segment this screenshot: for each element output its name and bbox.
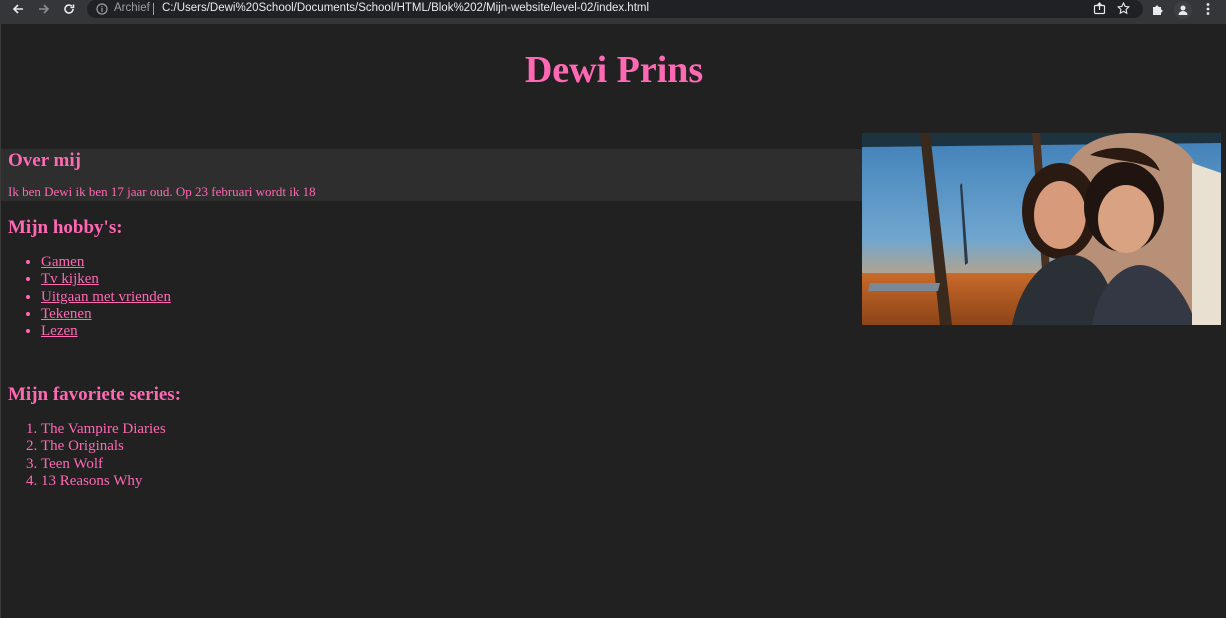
address-bar[interactable]: Archief C:/Users/Dewi%20School/Documents… [87, 0, 1143, 18]
hobbies-list: Gamen Tv kijken Uitgaan met vrienden Tek… [1, 254, 171, 340]
series-list: The Vampire Diaries The Originals Teen W… [1, 421, 166, 490]
url-text[interactable]: C:/Users/Dewi%20School/Documents/School/… [162, 2, 649, 14]
page-content: Dewi Prins Over mij Ik ben Dewi ik ben 1… [0, 24, 1226, 618]
forward-arrow-icon [39, 4, 50, 14]
hobby-link-tekenen[interactable]: Tekenen [41, 306, 92, 322]
list-item: Gamen [41, 254, 171, 271]
profile-button[interactable] [1174, 1, 1192, 19]
list-item: The Originals [41, 438, 166, 455]
list-item: Lezen [41, 323, 171, 340]
menu-icon[interactable] [1202, 1, 1214, 17]
browser-toolbar: Archief C:/Users/Dewi%20School/Documents… [0, 0, 1226, 20]
back-arrow-icon [12, 4, 23, 14]
reload-button[interactable] [60, 0, 78, 18]
hobby-link-gamen[interactable]: Gamen [41, 254, 84, 270]
star-icon[interactable] [1117, 2, 1130, 15]
share-icon[interactable] [1093, 2, 1106, 15]
page-title: Dewi Prins [524, 49, 704, 91]
reload-icon [64, 4, 75, 14]
list-item: 13 Reasons Why [41, 473, 166, 490]
back-button[interactable] [9, 0, 27, 18]
extensions-icon[interactable] [1150, 1, 1166, 17]
list-item: The Vampire Diaries [41, 421, 166, 438]
list-item: Teen Wolf [41, 456, 166, 473]
omnibox-separator [153, 3, 154, 15]
about-text: Ik ben Dewi ik ben 17 jaar oud. Op 23 fe… [8, 184, 316, 199]
list-item: Uitgaan met vrienden [41, 289, 171, 306]
hobby-link-lezen[interactable]: Lezen [41, 323, 78, 339]
series-heading: Mijn favoriete series: [8, 384, 182, 405]
about-heading: Over mij [8, 150, 81, 171]
hobby-link-uitgaan[interactable]: Uitgaan met vrienden [41, 289, 171, 305]
list-item: Tv kijken [41, 271, 171, 288]
list-item: Tekenen [41, 306, 171, 323]
hobbies-heading: Mijn hobby's: [8, 217, 123, 238]
profile-photo [862, 133, 1221, 325]
photo-image [862, 133, 1221, 325]
profile-icon [1178, 5, 1188, 15]
hobby-link-tv-kijken[interactable]: Tv kijken [41, 271, 99, 287]
forward-button[interactable] [35, 0, 53, 18]
site-info-label[interactable]: Archief [114, 2, 150, 14]
about-section: Over mij Ik ben Dewi ik ben 17 jaar oud.… [1, 149, 862, 201]
info-icon[interactable] [96, 3, 108, 15]
